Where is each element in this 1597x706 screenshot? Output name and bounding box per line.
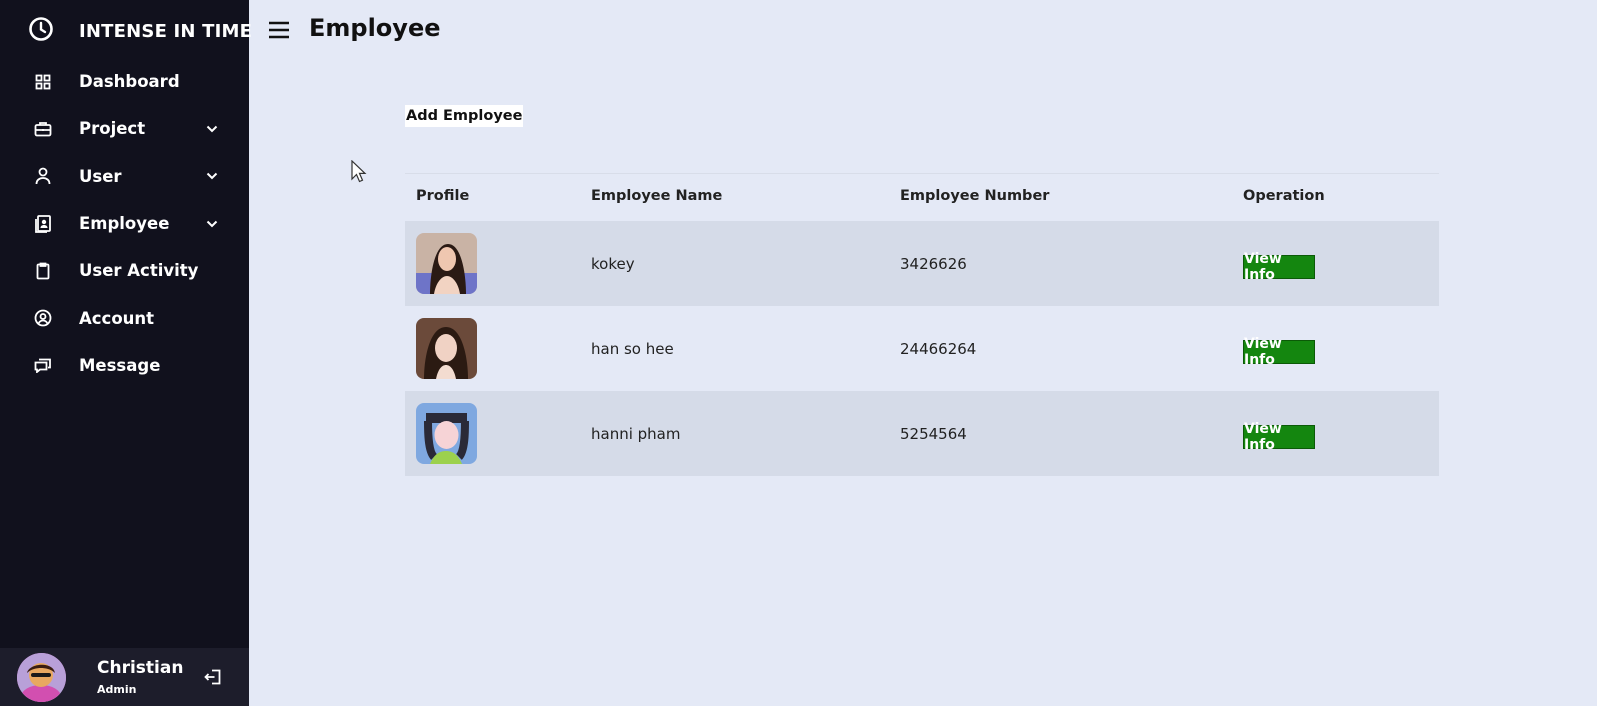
employee-table: Profile Employee Name Employee Number Op… [405,173,1439,476]
employee-name: han so hee [591,339,674,358]
chevron-down-icon[interactable] [204,216,220,232]
clock-icon [28,16,54,46]
person-icon [34,167,52,185]
chevron-down-icon[interactable] [204,168,220,184]
sidebar-nav: Dashboard Project User Employee User Act… [0,58,249,389]
contact-icon [34,214,52,233]
column-header-operation: Operation [1243,188,1325,204]
logout-icon[interactable] [203,667,223,687]
sidebar-item-dashboard[interactable]: Dashboard [0,58,249,105]
view-info-button[interactable]: View Info [1243,421,1315,453]
user-name: Christian [97,658,184,678]
view-info-button[interactable]: View Info [1243,251,1315,283]
add-employee-button[interactable]: Add Employee [405,105,524,127]
sidebar-item-label: User Activity [79,261,199,281]
sidebar-item-user[interactable]: User [0,153,249,200]
table-row: kokey 3426626 View Info [405,221,1439,306]
sidebar-item-label: Employee [79,214,170,234]
employee-name: kokey [591,254,635,273]
menu-toggle-icon[interactable] [267,20,291,40]
sidebar-item-message[interactable]: Message [0,342,249,389]
profile-photo [416,403,477,464]
profile-photo [416,318,477,379]
grid-icon [34,73,52,91]
employee-number: 5254564 [900,424,967,443]
user-role: Admin [97,683,137,696]
briefcase-icon [34,120,52,138]
user-panel: Christian Admin [0,648,249,706]
sidebar-item-employee[interactable]: Employee [0,200,249,247]
profile-photo [416,233,477,294]
column-header-number: Employee Number [900,188,1050,204]
table-row: han so hee 24466264 View Info [405,306,1439,391]
brand[interactable]: INTENSE IN TIME [28,16,252,46]
sidebar-item-label: Project [79,119,146,139]
column-header-profile: Profile [416,188,470,204]
sidebar-item-label: Account [79,308,155,328]
column-header-name: Employee Name [591,188,723,204]
sidebar-item-label: User [79,166,122,186]
avatar[interactable] [17,653,66,702]
clipboard-icon [34,262,52,280]
sidebar-item-label: Message [79,355,161,375]
sidebar: INTENSE IN TIME Dashboard Project User E… [0,0,252,706]
sidebar-item-label: Dashboard [79,72,180,92]
brand-name: INTENSE IN TIME [79,20,253,42]
employee-number: 3426626 [900,254,967,273]
employee-number: 24466264 [900,339,977,358]
employee-name: hanni pham [591,424,681,443]
table-row: hanni pham 5254564 View Info [405,391,1439,476]
mouse-cursor-icon [351,159,367,184]
view-info-button[interactable]: View Info [1243,336,1315,368]
page-title: Employee [309,14,441,42]
sidebar-item-project[interactable]: Project [0,105,249,152]
table-header: Profile Employee Name Employee Number Op… [405,173,1439,218]
sidebar-item-account[interactable]: Account [0,294,249,341]
sidebar-item-user-activity[interactable]: User Activity [0,247,249,294]
chat-icon [34,356,52,374]
account-circle-icon [34,309,52,327]
chevron-down-icon[interactable] [204,121,220,137]
